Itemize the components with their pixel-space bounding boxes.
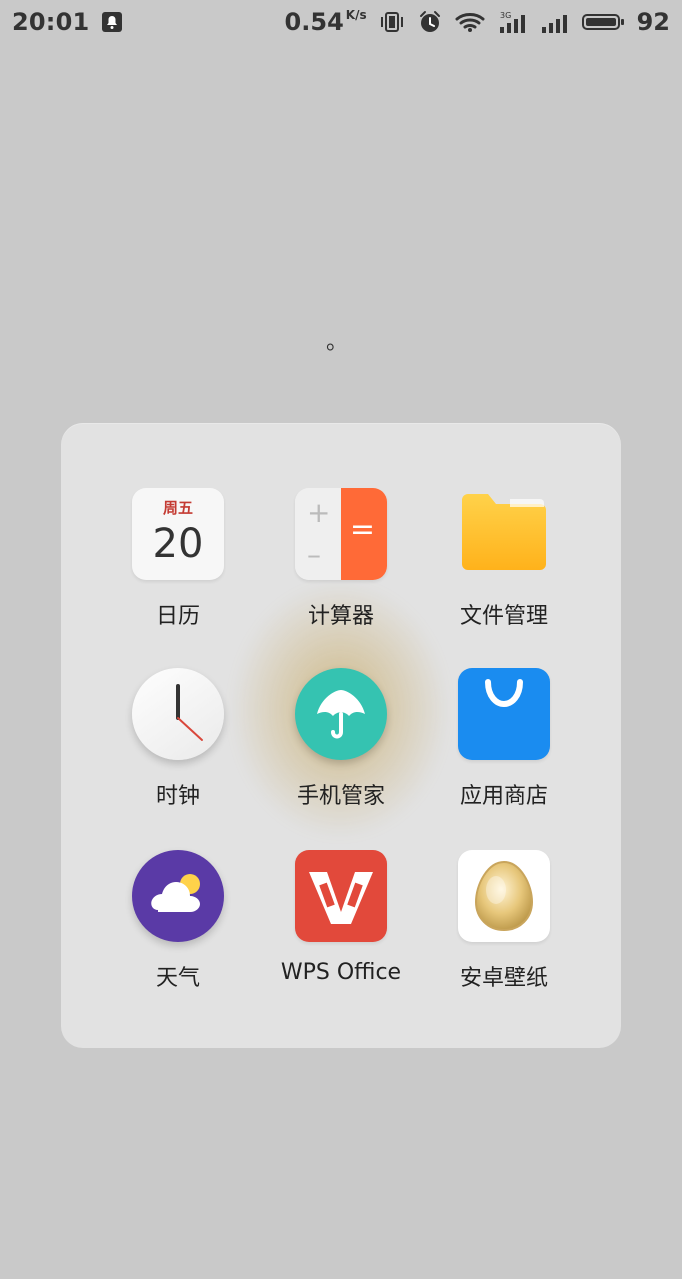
- app-label: 计算器: [307, 604, 374, 629]
- store-bag-icon: [458, 668, 550, 760]
- egg-icon: [458, 850, 550, 942]
- svg-text:3G: 3G: [500, 11, 511, 20]
- app-wps[interactable]: WPS Office: [259, 850, 423, 1010]
- calendar-day: 20: [152, 521, 204, 567]
- folder-icon: [458, 488, 550, 580]
- app-label: 应用商店: [459, 784, 548, 809]
- status-bar: 20:01 0.54 K/s 3G 92: [0, 0, 682, 44]
- umbrella-icon: [295, 668, 387, 760]
- notification-icon: [101, 11, 123, 33]
- app-label: 安卓壁纸: [459, 966, 548, 991]
- app-label: WPS Office: [280, 960, 402, 985]
- battery-percentage: 92: [636, 8, 670, 36]
- app-clock[interactable]: 时钟: [96, 668, 260, 828]
- vibrate-icon: [379, 11, 405, 33]
- wifi-icon: [455, 11, 485, 33]
- app-weather[interactable]: 天气: [96, 850, 260, 1010]
- app-grid: 周五 20 日历 + – = 计算器 文件管理 时钟 手机管家 应用商店 天气 …: [96, 488, 586, 1008]
- battery-icon: [581, 10, 625, 34]
- app-files[interactable]: 文件管理: [422, 488, 586, 648]
- app-label: 日历: [155, 604, 200, 629]
- calendar-icon: 周五 20: [132, 488, 224, 580]
- page-dot: 。: [326, 330, 349, 355]
- network-speed: 0.54 K/s: [284, 8, 367, 36]
- app-security[interactable]: 手机管家: [259, 668, 423, 828]
- app-store[interactable]: 应用商店: [422, 668, 586, 828]
- app-calendar[interactable]: 周五 20 日历: [96, 488, 260, 648]
- wps-icon: [295, 850, 387, 942]
- app-calculator[interactable]: + – = 计算器: [259, 488, 423, 648]
- clock-icon: [132, 668, 224, 760]
- app-label: 天气: [155, 966, 200, 991]
- calculator-icon: + – =: [295, 488, 387, 580]
- app-label: 手机管家: [296, 784, 385, 809]
- alarm-icon: [417, 9, 443, 35]
- app-label: 文件管理: [459, 604, 548, 629]
- weather-icon: [132, 850, 224, 942]
- app-label: 时钟: [155, 784, 200, 809]
- status-time: 20:01: [12, 8, 90, 36]
- app-wallpaper[interactable]: 安卓壁纸: [422, 850, 586, 1010]
- signal-3g-icon: 3G: [497, 9, 527, 35]
- signal-icon: [539, 9, 569, 35]
